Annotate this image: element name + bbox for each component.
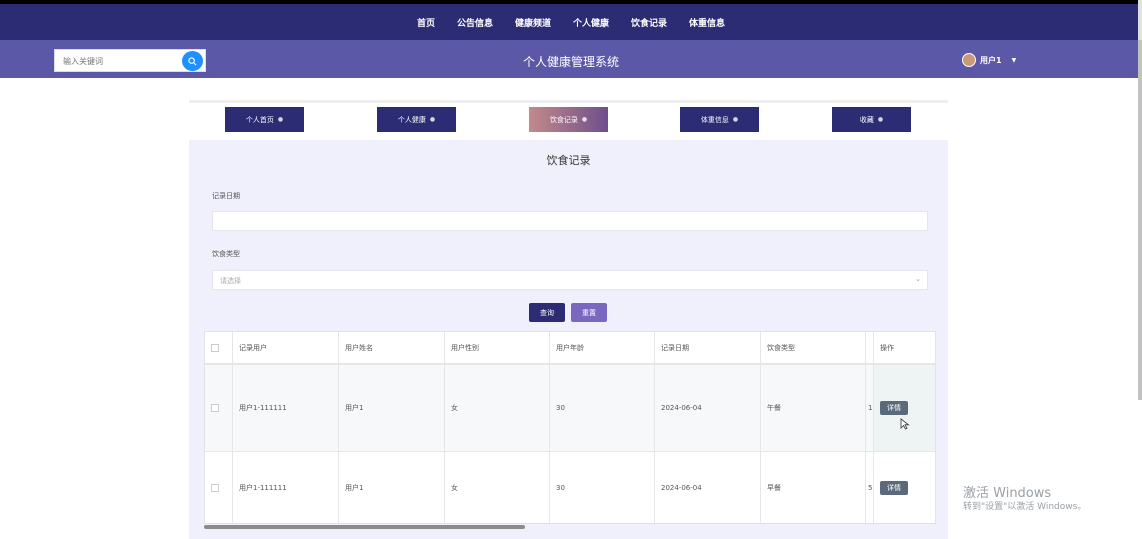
activation-watermark-subtitle: 转到"设置"以激活 Windows。	[963, 502, 1087, 512]
tab-favorites[interactable]: 收藏 ●	[832, 107, 911, 132]
column-header: 用户年龄	[550, 332, 655, 363]
cell-partial: 1	[866, 365, 874, 451]
cell-user-name: 用户1	[339, 365, 445, 451]
cell-actions: 详情	[874, 365, 935, 451]
tab-icon: ●	[877, 116, 884, 123]
tab-weight-info[interactable]: 体重信息 ●	[680, 107, 759, 132]
column-header: 记录日期	[655, 332, 761, 363]
chevron-down-icon: ▼	[1011, 56, 1017, 64]
cell-record-user: 用户1-111111	[233, 452, 339, 523]
date-input[interactable]	[212, 211, 928, 231]
detail-button[interactable]: 详情	[880, 481, 908, 495]
tab-icon: ●	[581, 116, 588, 123]
avatar	[962, 53, 976, 67]
chevron-down-icon: ⌄	[915, 275, 921, 283]
date-label: 记录日期	[212, 192, 240, 200]
column-header: 饮食类型	[761, 332, 866, 363]
cell-age: 30	[550, 452, 655, 523]
tab-label: 饮食记录	[549, 115, 578, 124]
column-header-actions: 操作	[880, 343, 894, 352]
cell-gender: 女	[445, 365, 550, 451]
cell-age: 30	[550, 365, 655, 451]
row-checkbox-cell	[205, 365, 233, 451]
cell-meal-type: 早餐	[761, 452, 866, 523]
tab-personal-health[interactable]: 个人健康 ●	[377, 107, 456, 132]
reset-button[interactable]: 重置	[571, 303, 607, 322]
records-table: 记录用户 用户姓名 用户性别 用户年龄 记录日期 饮食类型 操作 用户1-111…	[204, 331, 936, 524]
cell-partial: 5	[866, 452, 874, 523]
nav-health-channel[interactable]: 健康频道	[515, 16, 551, 29]
cell-date: 2024-06-04	[655, 452, 761, 523]
detail-button[interactable]: 详情	[880, 401, 908, 415]
type-select-placeholder: 请选择	[220, 277, 241, 285]
column-header: 记录用户	[233, 332, 339, 363]
cell-gender: 女	[445, 452, 550, 523]
tab-label: 收藏	[859, 115, 874, 124]
cell-date: 2024-06-04	[655, 365, 761, 451]
column-header: 用户姓名	[339, 332, 445, 363]
tab-label: 体重信息	[700, 115, 729, 124]
cell-actions: 详情	[874, 452, 935, 523]
select-all-checkbox[interactable]	[211, 343, 219, 352]
table-row: 用户1-111111 用户1 女 30 2024-06-04 早餐 5 详情	[205, 452, 935, 523]
tab-icon: ●	[429, 116, 436, 123]
page-scrollbar-thumb[interactable]	[1138, 40, 1142, 400]
mouse-cursor-icon	[900, 418, 910, 430]
user-name: 用户1	[980, 55, 1002, 65]
nav-diet-record[interactable]: 饮食记录	[631, 16, 667, 29]
tab-label: 个人健康	[397, 115, 426, 124]
table-row: 用户1-111111 用户1 女 30 2024-06-04 午餐 1 详情	[205, 365, 935, 452]
cell-user-name: 用户1	[339, 452, 445, 523]
nav-personal-health[interactable]: 个人健康	[573, 16, 609, 29]
type-label: 饮食类型	[212, 250, 240, 258]
cell-record-user: 用户1-111111	[233, 365, 339, 451]
user-menu[interactable]: 用户1 ▼	[962, 53, 1016, 67]
type-select[interactable]: 请选择 ⌄	[212, 270, 928, 290]
tab-diet-record[interactable]: 饮食记录 ●	[529, 107, 608, 132]
header-checkbox-cell	[205, 332, 233, 363]
query-button[interactable]: 查询	[529, 303, 565, 322]
tab-icon: ●	[277, 116, 284, 123]
row-checkbox[interactable]	[211, 404, 219, 412]
nav-notice[interactable]: 公告信息	[457, 16, 493, 29]
row-checkbox-cell	[205, 452, 233, 523]
tab-icon: ●	[732, 116, 739, 123]
tab-label: 个人首页	[245, 115, 274, 124]
tab-personal-home[interactable]: 个人首页 ●	[225, 107, 304, 132]
nav-weight-info[interactable]: 体重信息	[689, 16, 725, 29]
row-checkbox[interactable]	[211, 484, 219, 492]
cell-meal-type: 午餐	[761, 365, 866, 451]
table-horizontal-scrollbar[interactable]	[204, 525, 525, 529]
page-title: 饮食记录	[546, 154, 591, 167]
column-header-partial	[866, 332, 874, 363]
nav-home[interactable]: 首页	[417, 16, 435, 29]
table-header-row: 记录用户 用户姓名 用户性别 用户年龄 记录日期 饮食类型 操作	[205, 332, 935, 365]
column-header: 用户性别	[445, 332, 550, 363]
top-nav: 首页 公告信息 健康频道 个人健康 饮食记录 体重信息	[0, 4, 1142, 40]
